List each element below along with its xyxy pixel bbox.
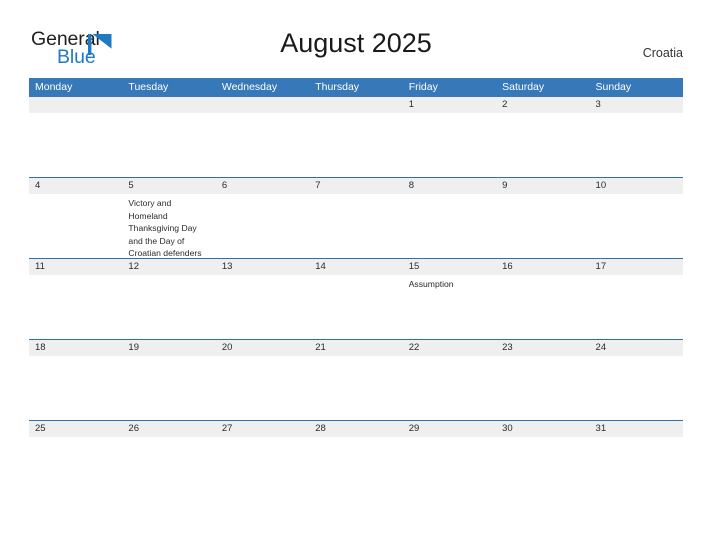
page-header: General Blue August 2025 Croatia [0, 0, 712, 76]
day-number: 13 [215, 259, 310, 275]
day-number: 3 [589, 97, 683, 113]
calendar-day-cell[interactable]: 19 [122, 340, 216, 420]
day-number: 8 [402, 178, 497, 194]
weekday-header-monday: Monday [35, 81, 73, 93]
calendar-day-cell[interactable]: 1 [402, 97, 497, 177]
weekday-header-thursday: Thursday [315, 81, 360, 93]
day-number: 27 [215, 421, 310, 437]
calendar-week-row: 25 26 27 28 29 30 31 [29, 420, 683, 501]
calendar-day-cell[interactable]: 15 Assumption [402, 259, 497, 339]
calendar-day-cell[interactable]: 25 [29, 421, 123, 501]
calendar-day-cell[interactable]: 14 [309, 259, 403, 339]
page-title: August 2025 [280, 28, 432, 58]
calendar-day-cell[interactable]: 8 [402, 178, 497, 258]
calendar-day-cell-empty [29, 97, 123, 177]
day-number: 21 [309, 340, 403, 356]
calendar-week-row: 4 5 Victory and Homeland Thanksgiving Day … [29, 177, 683, 258]
calendar-day-cell[interactable]: 23 [496, 340, 590, 420]
day-number: 10 [589, 178, 683, 194]
day-number: 12 [122, 259, 216, 275]
day-number: 5 [122, 178, 216, 194]
calendar-week-row: 11 12 13 14 15 Assumption 16 17 [29, 258, 683, 339]
day-number: 18 [29, 340, 123, 356]
calendar-day-cell[interactable]: 20 [215, 340, 310, 420]
calendar-day-cell[interactable]: 24 [589, 340, 683, 420]
calendar-day-cell[interactable]: 26 [122, 421, 216, 501]
day-number: 24 [589, 340, 683, 356]
calendar-day-cell[interactable]: 22 [402, 340, 497, 420]
day-number: 17 [589, 259, 683, 275]
calendar-day-cell[interactable]: 2 [496, 97, 590, 177]
day-number: 6 [215, 178, 310, 194]
day-number: 22 [402, 340, 497, 356]
day-number: 14 [309, 259, 403, 275]
day-number: 28 [309, 421, 403, 437]
day-number: 29 [402, 421, 497, 437]
calendar-day-cell-empty [215, 97, 310, 177]
day-number [29, 97, 123, 113]
weekday-header-row: Monday Tuesday Wednesday Thursday Friday… [29, 78, 683, 97]
calendar-day-cell[interactable]: 29 [402, 421, 497, 501]
calendar-weeks: 1 2 3 4 5 Victory and Homeland Thanksgiving D… [29, 97, 683, 501]
day-number: 4 [29, 178, 123, 194]
weekday-header-wednesday: Wednesday [221, 81, 278, 93]
calendar-day-cell[interactable]: 12 [122, 259, 216, 339]
holiday-label: Assumption [408, 279, 454, 289]
calendar-day-cell[interactable]: 30 [496, 421, 590, 501]
calendar-day-cell[interactable]: 16 [496, 259, 590, 339]
calendar-week-inner: 11 12 13 14 15 Assumption 16 17 [29, 259, 683, 339]
calendar-week-inner: 25 26 27 28 29 30 31 [29, 421, 683, 501]
calendar-day-cell[interactable]: 11 [29, 259, 123, 339]
calendar-grid: Monday Tuesday Wednesday Thursday Friday… [29, 78, 683, 501]
day-number: 7 [309, 178, 403, 194]
day-number: 16 [496, 259, 590, 275]
day-number: 2 [496, 97, 590, 113]
calendar-day-cell[interactable]: 3 [589, 97, 683, 177]
day-number: 25 [29, 421, 123, 437]
weekday-header-sunday: Sunday [595, 81, 632, 93]
day-number: 15 [402, 259, 497, 275]
country-label: Croatia [642, 46, 683, 60]
calendar-day-cell[interactable]: 6 [215, 178, 310, 258]
day-number: 30 [496, 421, 590, 437]
holiday-label: Victory and Homeland Thanksgiving Day an… [128, 198, 202, 259]
calendar-week-inner: 18 19 20 21 22 23 24 [29, 340, 683, 420]
calendar-week-inner: 4 5 Victory and Homeland Thanksgiving Day … [29, 178, 683, 258]
day-number: 11 [29, 259, 123, 275]
calendar-day-cell[interactable]: 18 [29, 340, 123, 420]
calendar-week-inner: 123 [29, 97, 683, 177]
calendar-day-cell[interactable]: 7 [309, 178, 403, 258]
day-number [215, 97, 310, 113]
weekday-header-saturday: Saturday [502, 81, 545, 93]
day-number: 9 [496, 178, 590, 194]
day-events: Assumption [403, 275, 496, 291]
day-events: Victory and Homeland Thanksgiving Day an… [122, 194, 215, 260]
calendar-day-cell[interactable]: 13 [215, 259, 310, 339]
calendar-day-cell[interactable]: 31 [589, 421, 683, 501]
calendar-day-cell[interactable]: 9 [496, 178, 590, 258]
calendar-day-cell[interactable]: 21 [309, 340, 403, 420]
weekday-header-friday: Friday [408, 81, 438, 93]
calendar-page: General Blue August 2025 Croatia Monday … [0, 0, 712, 550]
day-number: 31 [589, 421, 683, 437]
calendar-day-cell[interactable]: 17 [589, 259, 683, 339]
day-number: 23 [496, 340, 590, 356]
calendar-day-cell-empty [309, 97, 403, 177]
day-number: 20 [215, 340, 310, 356]
calendar-week-row: 18 19 20 21 22 23 24 [29, 339, 683, 420]
day-number: 1 [402, 97, 497, 113]
calendar-day-cell[interactable]: 27 [215, 421, 310, 501]
day-number: 26 [122, 421, 216, 437]
day-number: 19 [122, 340, 216, 356]
weekday-header-tuesday: Tuesday [128, 81, 169, 93]
calendar-day-cell[interactable]: 5 Victory and Homeland Thanksgiving Day a… [122, 178, 216, 260]
day-number [122, 97, 216, 113]
calendar-day-cell[interactable]: 4 [29, 178, 123, 258]
calendar-day-cell[interactable]: 10 [589, 178, 683, 258]
calendar-day-cell[interactable]: 28 [309, 421, 403, 501]
day-number [309, 97, 403, 113]
calendar-day-cell-empty [122, 97, 216, 177]
calendar-week-row: 123 [29, 97, 683, 177]
